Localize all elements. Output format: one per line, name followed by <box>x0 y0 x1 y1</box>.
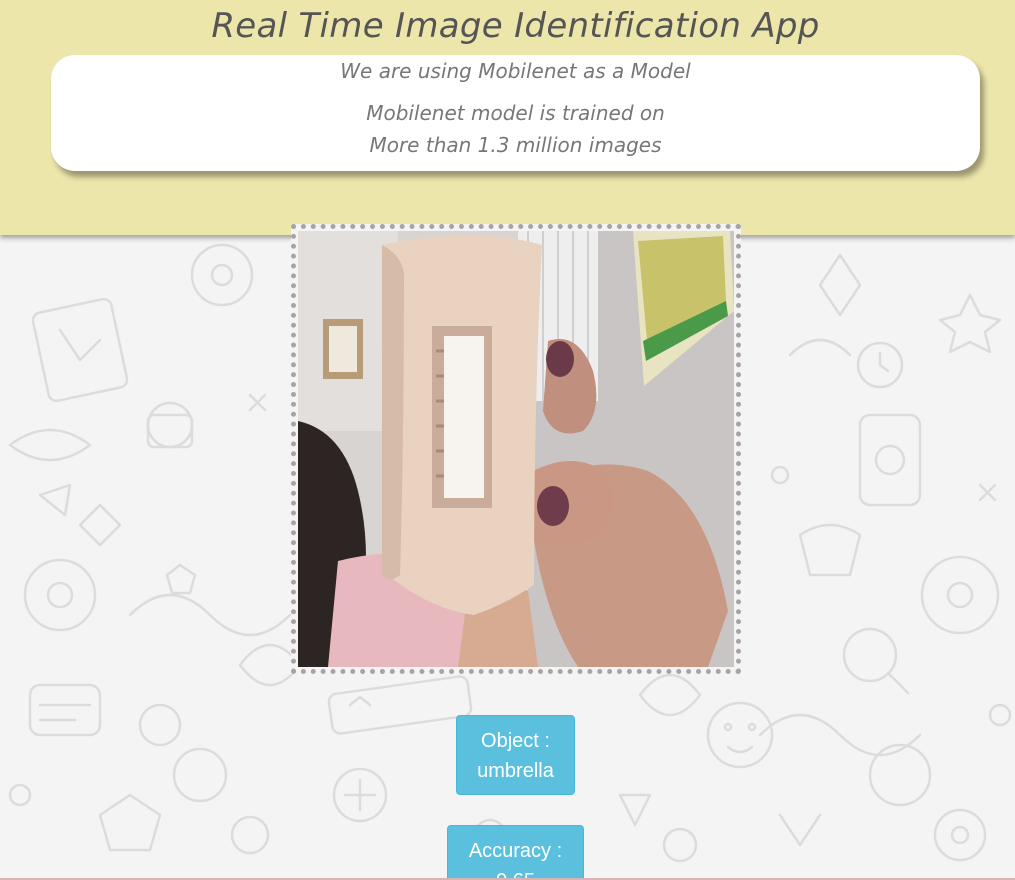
accuracy-label: Accuracy : <box>468 840 563 862</box>
model-info-card: We are using Mobilenet as a Model Mobile… <box>51 55 980 171</box>
object-label: Object : <box>481 730 550 752</box>
accuracy-value: 0.65 <box>466 866 565 878</box>
webcam-frame <box>291 224 741 674</box>
app-header: Real Time Image Identification App We ar… <box>0 0 1015 235</box>
training-count-text: More than 1.3 million images <box>369 133 662 157</box>
webcam-video <box>298 231 734 667</box>
object-result-button[interactable]: Object : umbrella <box>456 715 575 795</box>
object-value: umbrella <box>477 760 554 782</box>
accuracy-result-button[interactable]: Accuracy : 0.65 <box>447 825 584 878</box>
model-info-text: We are using Mobilenet as a Model <box>340 59 691 83</box>
page-title: Real Time Image Identification App <box>211 6 820 46</box>
training-info-text: Mobilenet model is trained on <box>366 101 665 125</box>
